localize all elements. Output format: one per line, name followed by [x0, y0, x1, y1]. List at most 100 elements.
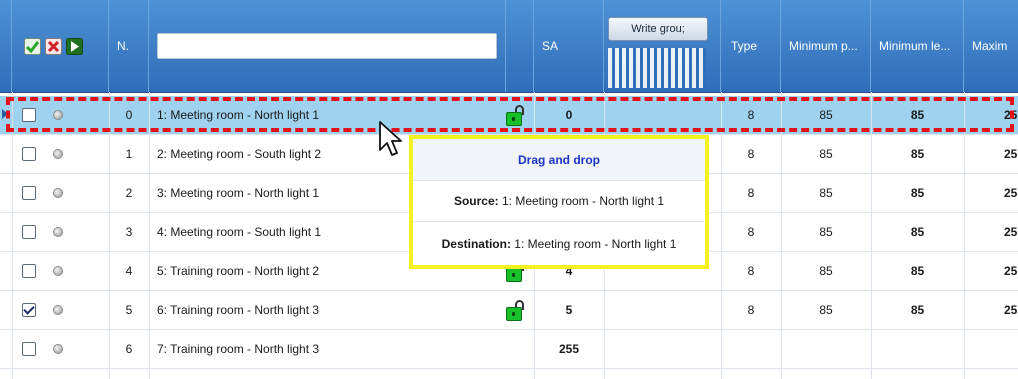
unlocked-padlock-icon[interactable] — [506, 300, 528, 321]
tooltip-destination-label: Destination: — [441, 236, 511, 251]
header-type[interactable]: Type — [721, 0, 781, 92]
row-type: 8 — [747, 147, 755, 161]
row-checkbox[interactable] — [22, 225, 36, 239]
write-group-bits — [608, 48, 706, 88]
status-led-cell — [53, 213, 69, 251]
row-checkbox-cell — [22, 213, 42, 251]
row-device-name: 1: Meeting room - North light 1 — [157, 108, 320, 122]
header-min-power[interactable]: Minimum p... — [781, 0, 871, 92]
row-min-power: 85 — [819, 147, 833, 161]
header-actions — [12, 0, 109, 92]
row-checkbox[interactable] — [22, 147, 36, 161]
row-min-power: 85 — [819, 186, 833, 200]
row-checkbox-cell — [22, 96, 42, 134]
row-min-power: 85 — [819, 225, 833, 239]
row-min-power: 85 — [819, 303, 833, 317]
row-min-level: 85 — [910, 225, 925, 239]
drag-drop-tooltip: Drag and drop Source: 1: Meeting room - … — [409, 135, 709, 269]
header-write-group: Write grou; — [604, 0, 721, 92]
table-row[interactable]: 0 1: Meeting room - North light 1 0 8 85… — [0, 96, 1018, 135]
row-header-corner — [0, 0, 12, 92]
table-row[interactable]: 5 6: Training room - North light 3 5 8 8… — [0, 291, 1018, 330]
play-icon[interactable] — [66, 37, 83, 55]
table-row[interactable]: 6 7: Training room - North light 3 255 — [0, 330, 1018, 369]
unlocked-padlock-icon[interactable] — [506, 105, 528, 126]
row-device-name: 7: Training room - North light 3 — [157, 342, 320, 356]
row-max: 25 — [1004, 186, 1018, 200]
name-filter-input[interactable] — [157, 33, 497, 59]
status-led-cell — [53, 96, 69, 134]
header-lock[interactable] — [506, 0, 534, 92]
row-min-level: 85 — [910, 108, 925, 122]
current-row-indicator-icon — [2, 109, 8, 119]
row-min-level: 85 — [910, 147, 925, 161]
row-checkbox[interactable] — [22, 342, 36, 356]
row-n: 4 — [125, 264, 133, 278]
row-min-power: 85 — [819, 108, 833, 122]
row-max: 25 — [1004, 264, 1018, 278]
tooltip-title: Drag and drop — [413, 139, 705, 181]
arrow-cursor-icon — [379, 121, 402, 156]
header-n[interactable]: N. — [109, 0, 149, 92]
status-led-cell — [53, 330, 69, 368]
status-led-cell — [53, 291, 69, 329]
status-led-icon — [53, 110, 63, 120]
row-n: 5 — [125, 303, 133, 317]
row-min-level: 85 — [910, 186, 925, 200]
row-type: 8 — [747, 264, 755, 278]
row-max — [1004, 330, 1018, 368]
status-led-icon — [53, 266, 63, 276]
status-led-icon — [53, 305, 63, 315]
row-min-power — [781, 330, 871, 368]
tooltip-source-value: 1: Meeting room - North light 1 — [498, 194, 665, 208]
row-min-power: 85 — [819, 264, 833, 278]
row-sa: 255 — [558, 342, 580, 356]
header-sa[interactable]: SA — [534, 0, 604, 92]
status-led-cell — [53, 174, 69, 212]
row-checkbox[interactable] — [22, 186, 36, 200]
row-lock-cell — [506, 291, 534, 329]
row-device-name: 6: Training room - North light 3 — [157, 303, 320, 317]
header-max[interactable]: Maxim — [964, 0, 1018, 92]
row-lock-cell — [506, 330, 534, 368]
status-led-icon — [53, 188, 63, 198]
header-name-filter — [149, 0, 506, 92]
row-max: 25 — [1004, 225, 1018, 239]
row-min-level — [871, 330, 964, 368]
row-lock-cell — [506, 96, 534, 134]
row-max: 25 — [1004, 147, 1018, 161]
row-sa: 5 — [565, 303, 573, 317]
header-min-level[interactable]: Minimum le... — [871, 0, 964, 92]
row-n: 1 — [125, 147, 133, 161]
status-led-icon — [53, 344, 63, 354]
row-max: 25 — [1004, 108, 1018, 122]
row-checkbox-cell — [22, 174, 42, 212]
grid-header: N. SA Write grou; Type Minimum p... Mini… — [0, 0, 1018, 93]
row-type: 8 — [747, 225, 755, 239]
row-n: 6 — [125, 342, 133, 356]
devices-grid: N. SA Write grou; Type Minimum p... Mini… — [0, 0, 1018, 379]
row-checkbox-cell — [22, 135, 42, 173]
delete-icon[interactable] — [45, 37, 62, 55]
row-min-level: 85 — [910, 264, 925, 278]
row-sa: 0 — [565, 108, 573, 122]
row-n: 0 — [125, 108, 133, 122]
row-max: 25 — [1004, 303, 1018, 317]
tooltip-destination: Destination: 1: Meeting room - North lig… — [413, 222, 705, 265]
row-min-level: 85 — [910, 303, 925, 317]
check-all-icon[interactable] — [24, 37, 41, 55]
tooltip-source-label: Source: — [453, 194, 499, 208]
status-led-cell — [53, 135, 69, 173]
row-checkbox[interactable] — [22, 108, 36, 122]
row-checkbox-cell — [22, 252, 42, 290]
row-checkbox-cell — [22, 330, 42, 368]
row-n: 3 — [125, 225, 133, 239]
tooltip-destination-value: 1: Meeting room - North light 1 — [510, 236, 677, 251]
row-type: 8 — [747, 108, 755, 122]
row-checkbox[interactable] — [22, 264, 36, 278]
status-led-icon — [53, 149, 63, 159]
row-type — [721, 330, 781, 368]
write-group-button[interactable]: Write grou; — [608, 17, 708, 41]
row-checkbox[interactable] — [22, 303, 36, 317]
status-led-cell — [53, 252, 69, 290]
